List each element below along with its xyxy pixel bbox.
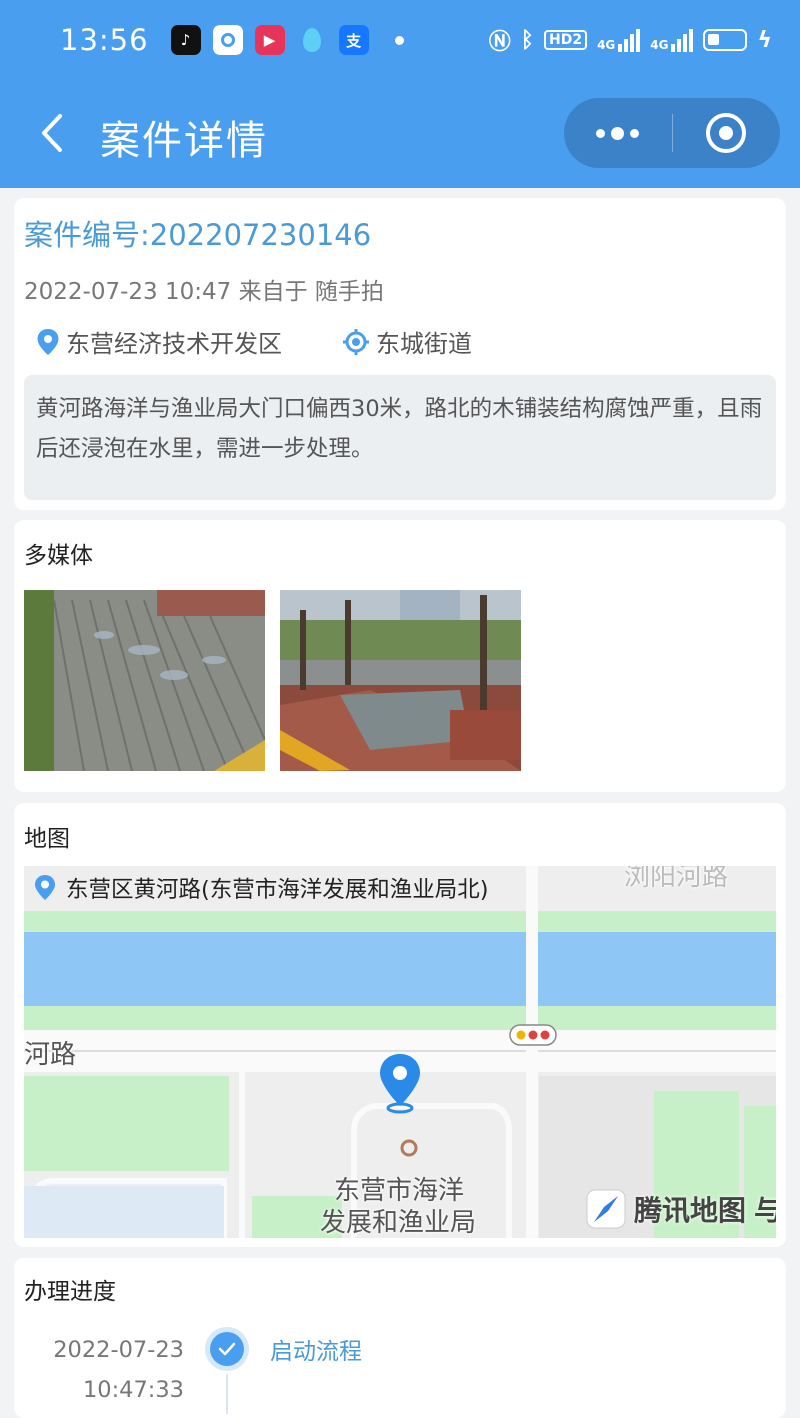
map-road-label-top: 浏阳河路 — [624, 866, 729, 892]
nav-bar: 案件详情 — [0, 80, 800, 188]
network-type-label: 4G — [597, 38, 616, 52]
street-tag: 东城街道 — [342, 324, 472, 359]
media-section-title: 多媒体 — [24, 543, 93, 569]
alipay-app-icon: 支 — [338, 25, 369, 55]
dot-icon — [611, 126, 625, 140]
miniprogram-capsule — [564, 98, 780, 168]
location-pin-icon — [35, 875, 55, 900]
media-card: 多媒体 — [14, 520, 786, 792]
map-marker-icon[interactable] — [378, 1052, 422, 1114]
timeline-step-datetime: 2022-07-23 10:47:33 — [53, 1330, 184, 1410]
nfc-icon: Ⓝ — [488, 30, 511, 55]
signal-1: 4G — [597, 28, 641, 52]
locate-target-icon — [343, 328, 369, 355]
dot-icon — [630, 128, 640, 138]
timeline-step-date: 2022-07-23 — [53, 1337, 184, 1363]
map-road-label-left: 河路 — [24, 1040, 77, 1070]
case-description: 黄河路海洋与渔业局大门口偏西30米，路北的木铺装结构腐蚀严重，且雨后还浸泡在水里… — [24, 375, 776, 500]
map-view[interactable]: 东营区黄河路(东营市海洋发展和渔业局北) 浏阳河路 河路 东营市海洋 发展和渔业… — [24, 866, 776, 1238]
chevron-left-icon — [42, 114, 62, 152]
more-notifications-dot — [394, 35, 404, 45]
close-miniprogram-button[interactable] — [673, 98, 781, 168]
case-info-card: 案件编号:202207230146 2022-07-23 10:47 来自于 随… — [14, 198, 786, 510]
media-photo-1[interactable] — [24, 590, 265, 771]
tiktok-app-icon: ♪ — [170, 25, 201, 55]
status-bar: 13:56 ♪ ▶ 支 Ⓝ ᛒ HD2 4G 4G ϟ — [0, 0, 800, 80]
tencent-map-logo: 腾讯地图与 — [586, 1189, 776, 1229]
timeline-check-icon — [210, 1332, 244, 1366]
map-card: 地图 东营区黄河路(东营市海洋发展和渔业局北) 浏阳河路 河路 东营市海洋 发展… — [14, 803, 786, 1247]
video-app-icon: ▶ — [254, 25, 285, 55]
status-time: 13:56 — [60, 23, 149, 57]
signal-strength-icon — [618, 28, 641, 52]
map-brand-name: 腾讯地图 — [634, 1194, 747, 1227]
signal-2: 4G — [650, 28, 694, 52]
progress-section-title: 办理进度 — [24, 1279, 116, 1305]
more-button[interactable] — [564, 98, 672, 168]
camera-app-icon — [212, 25, 243, 55]
tencent-map-compass-icon — [586, 1189, 626, 1229]
notification-icons: ♪ ▶ 支 — [170, 25, 404, 55]
case-meta: 2022-07-23 10:47 来自于 随手拍 — [24, 279, 384, 305]
media-photo-2[interactable] — [280, 590, 521, 771]
droplet-app-icon — [297, 25, 327, 55]
back-button[interactable] — [32, 108, 72, 158]
timeline-connector — [226, 1374, 228, 1414]
map-brand-tail: 与 — [754, 1194, 776, 1227]
progress-card: 办理进度 2022-07-23 10:47:33 启动流程 — [14, 1258, 786, 1418]
timeline-step-time: 10:47:33 — [82, 1377, 184, 1403]
district-tag: 东营经济技术开发区 — [36, 324, 282, 359]
location-pin-icon — [37, 328, 59, 355]
system-icons: Ⓝ ᛒ HD2 4G 4G ϟ — [489, 24, 772, 56]
map-address: 东营区黄河路(东营市海洋发展和渔业局北) — [34, 872, 489, 904]
bluetooth-icon: ᛒ — [520, 27, 534, 53]
target-close-icon — [706, 113, 747, 153]
signal-strength-icon — [671, 28, 694, 52]
dot-icon — [596, 128, 606, 138]
flooded-sidewalk-photo — [280, 590, 521, 771]
charging-icon: ϟ — [757, 27, 772, 53]
timeline-step-label[interactable]: 启动流程 — [270, 1332, 362, 1366]
district-name: 东营经济技术开发区 — [66, 330, 282, 358]
page-title: 案件详情 — [100, 118, 268, 164]
map-address-text: 东营区黄河路(东营市海洋发展和渔业局北) — [66, 877, 489, 903]
case-number: 案件编号:202207230146 — [24, 218, 372, 252]
street-name: 东城街道 — [376, 330, 472, 358]
network-type-label: 4G — [650, 38, 669, 52]
hd-voice-icon: HD2 — [543, 30, 588, 50]
wooden-boardwalk-photo — [24, 590, 265, 771]
battery-icon — [703, 29, 748, 51]
map-poi-label-2: 发展和渔业局 — [320, 1208, 477, 1238]
map-section-title: 地图 — [24, 826, 70, 852]
